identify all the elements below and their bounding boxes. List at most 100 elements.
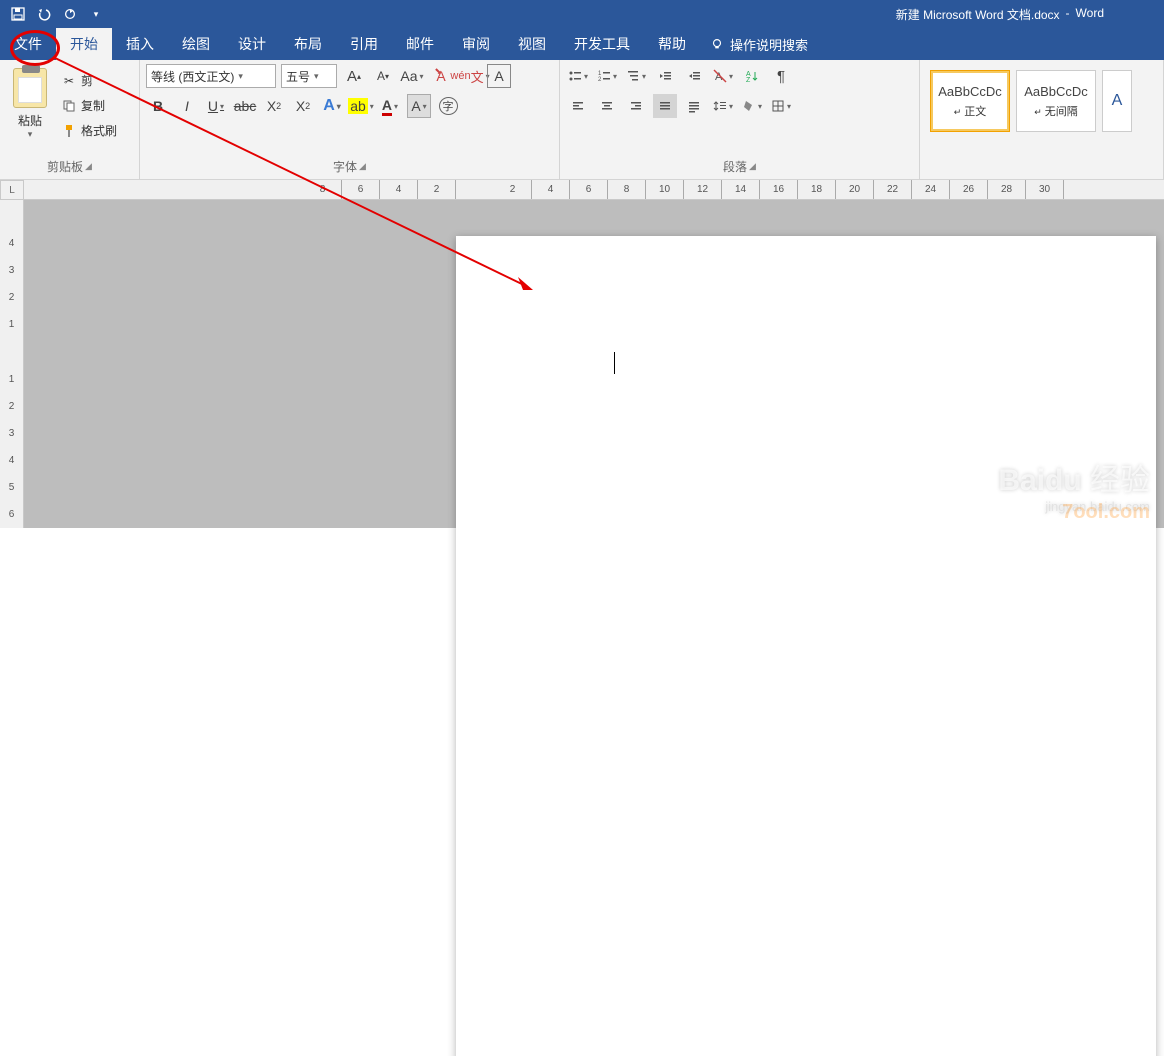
character-shading-button[interactable]: A xyxy=(407,94,431,118)
cut-button[interactable]: ✂ 剪 xyxy=(58,70,120,91)
paste-label: 粘贴 xyxy=(18,112,42,129)
style-no-spacing[interactable]: AaBbCcDc ↵ 无间隔 xyxy=(1016,70,1096,132)
style-name: 正文 xyxy=(964,106,986,118)
tab-view[interactable]: 视图 xyxy=(504,28,560,60)
format-painter-label: 格式刷 xyxy=(81,122,117,139)
tab-developer[interactable]: 开发工具 xyxy=(560,28,644,60)
change-case-button[interactable]: Aa xyxy=(400,64,424,88)
redo-icon[interactable] xyxy=(62,6,78,22)
font-color-button[interactable]: A xyxy=(378,94,402,118)
style-normal[interactable]: AaBbCcDc ↵ 正文 xyxy=(930,70,1010,132)
scissors-icon: ✂ xyxy=(61,73,77,89)
watermark-suffix: 经验 xyxy=(1090,464,1150,497)
tell-me-search[interactable]: 操作说明搜索 xyxy=(700,28,818,60)
clipboard-launcher-icon[interactable]: ◢ xyxy=(85,161,92,172)
style-heading1[interactable]: A xyxy=(1102,70,1132,132)
group-clipboard: 粘贴 ▾ ✂ 剪 复制 格式刷 xyxy=(0,60,140,179)
paste-icon xyxy=(13,68,47,108)
title-separator: - xyxy=(1066,6,1070,23)
title-bar: ▾ 新建 Microsoft Word 文档.docx - Word xyxy=(0,0,1164,28)
watermark-brand: Baidu xyxy=(998,464,1081,497)
copy-button[interactable]: 复制 xyxy=(58,95,120,116)
qat-customize-icon[interactable]: ▾ xyxy=(88,6,104,22)
distributed-button[interactable] xyxy=(682,94,706,118)
paste-button[interactable]: 粘贴 ▾ xyxy=(6,64,54,156)
shading-button[interactable] xyxy=(740,94,764,118)
style-sample: A xyxy=(1112,92,1123,110)
font-size-combo[interactable]: 五号▾ xyxy=(281,64,337,88)
font-name-value: 等线 (西文正文) xyxy=(151,68,234,85)
tab-file[interactable]: 文件 xyxy=(0,28,56,60)
tab-home[interactable]: 开始 xyxy=(56,28,112,60)
subscript-button[interactable]: X2 xyxy=(262,94,286,118)
phonetic-guide-button[interactable]: wén文 xyxy=(458,64,482,88)
font-name-combo[interactable]: 等线 (西文正文)▾ xyxy=(146,64,276,88)
tab-help[interactable]: 帮助 xyxy=(644,28,700,60)
show-hide-button[interactable]: ¶ xyxy=(769,64,793,88)
highlight-button[interactable]: ab xyxy=(349,94,373,118)
borders-button[interactable] xyxy=(769,94,793,118)
format-painter-button[interactable]: 格式刷 xyxy=(58,120,120,141)
tab-review[interactable]: 审阅 xyxy=(448,28,504,60)
enclose-characters-button[interactable]: 字 xyxy=(436,94,460,118)
tab-draw[interactable]: 绘图 xyxy=(168,28,224,60)
ribbon: 粘贴 ▾ ✂ 剪 复制 格式刷 xyxy=(0,60,1164,180)
document-name: 新建 Microsoft Word 文档.docx xyxy=(896,6,1060,23)
group-paragraph: 12 A AZ ¶ xyxy=(560,60,920,179)
shrink-font-button[interactable]: A▾ xyxy=(371,64,395,88)
svg-text:Z: Z xyxy=(746,77,751,83)
grow-font-button[interactable]: A▴ xyxy=(342,64,366,88)
quick-access-toolbar: ▾ xyxy=(0,6,104,22)
watermark-secondary: 7ool.com xyxy=(1062,501,1150,524)
ruler-corner[interactable]: L xyxy=(0,180,24,200)
group-styles: AaBbCcDc ↵ 正文 AaBbCcDc ↵ 无间隔 A xyxy=(920,60,1164,179)
increase-indent-button[interactable] xyxy=(682,64,706,88)
font-size-value: 五号 xyxy=(286,68,310,85)
clipboard-group-label: 剪贴板 xyxy=(47,158,83,175)
align-right-button[interactable] xyxy=(624,94,648,118)
tell-me-label: 操作说明搜索 xyxy=(730,35,808,54)
asian-layout-button[interactable]: A xyxy=(711,64,735,88)
vertical-ruler[interactable]: 4321123456 xyxy=(0,200,24,528)
app-name: Word xyxy=(1076,6,1104,23)
font-group-label: 字体 xyxy=(333,158,357,175)
style-sample: AaBbCcDc xyxy=(1024,84,1088,99)
strikethrough-button[interactable]: abc xyxy=(233,94,257,118)
character-border-button[interactable]: A xyxy=(487,64,511,88)
document-page[interactable] xyxy=(456,236,1156,1056)
tab-mailings[interactable]: 邮件 xyxy=(392,28,448,60)
underline-button[interactable]: U xyxy=(204,94,228,118)
window-title: 新建 Microsoft Word 文档.docx - Word xyxy=(896,6,1104,23)
decrease-indent-button[interactable] xyxy=(653,64,677,88)
style-name: 无间隔 xyxy=(1045,106,1078,118)
line-spacing-button[interactable] xyxy=(711,94,735,118)
undo-icon[interactable] xyxy=(36,6,52,22)
tab-design[interactable]: 设计 xyxy=(224,28,280,60)
horizontal-ruler[interactable]: 864224681012141618202224262830 xyxy=(24,180,1164,200)
multilevel-list-button[interactable] xyxy=(624,64,648,88)
bullets-button[interactable] xyxy=(566,64,590,88)
superscript-button[interactable]: X2 xyxy=(291,94,315,118)
tab-insert[interactable]: 插入 xyxy=(112,28,168,60)
svg-text:2: 2 xyxy=(598,77,602,83)
style-sample: AaBbCcDc xyxy=(938,84,1002,99)
save-icon[interactable] xyxy=(10,6,26,22)
text-cursor xyxy=(614,352,615,374)
brush-icon xyxy=(61,123,77,139)
copy-icon xyxy=(61,98,77,114)
align-center-button[interactable] xyxy=(595,94,619,118)
bold-button[interactable]: B xyxy=(146,94,170,118)
numbering-button[interactable]: 12 xyxy=(595,64,619,88)
tab-layout[interactable]: 布局 xyxy=(280,28,336,60)
font-launcher-icon[interactable]: ◢ xyxy=(359,161,366,172)
ribbon-tabs: 文件 开始 插入 绘图 设计 布局 引用 邮件 审阅 视图 开发工具 帮助 操作… xyxy=(0,28,1164,60)
justify-button[interactable] xyxy=(653,94,677,118)
italic-button[interactable]: I xyxy=(175,94,199,118)
paragraph-launcher-icon[interactable]: ◢ xyxy=(749,161,756,172)
group-font: 等线 (西文正文)▾ 五号▾ A▴ A▾ Aa A⬊ wén文 A B I U … xyxy=(140,60,560,179)
document-area: L 864224681012141618202224262830 4321123… xyxy=(0,180,1164,528)
tab-references[interactable]: 引用 xyxy=(336,28,392,60)
sort-button[interactable]: AZ xyxy=(740,64,764,88)
text-effects-button[interactable]: A xyxy=(320,94,344,118)
align-left-button[interactable] xyxy=(566,94,590,118)
